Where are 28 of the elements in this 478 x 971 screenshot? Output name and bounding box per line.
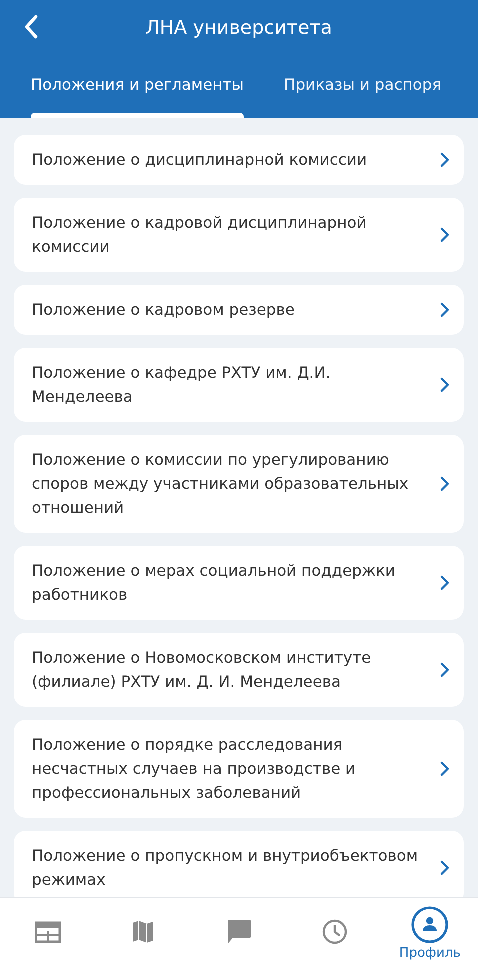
map-icon [132,920,154,944]
document-item[interactable]: Положение о кафедре РХТУ им. Д.И. Менделеева [14,348,464,422]
document-item[interactable]: Положение о дисциплинарной комиссии [14,135,464,185]
chevron-right-icon [440,377,450,393]
clock-icon [322,918,348,944]
chevron-right-icon [440,575,450,591]
chevron-right-icon [440,860,450,876]
document-item[interactable]: Положение о мерах социальной поддержки работников [14,546,464,620]
document-item[interactable]: Положение о кадровом резерве [14,285,464,335]
chevron-right-icon [440,761,450,777]
chevron-right-icon [440,152,450,168]
document-item[interactable]: Положение о порядке расследования несчастных случаев на производстве и профессиональных заболеваний [14,720,464,818]
chevron-right-icon [440,302,450,318]
document-item[interactable]: Положение о кадровой дисциплинарной комиссии [14,198,464,272]
chevron-right-icon [440,662,450,678]
document-item[interactable]: Положение о пропускном и внутриобъектовом режимах [14,831,464,897]
chat-icon [226,918,252,944]
chevron-right-icon [440,476,450,492]
tab[interactable]: Положения и регламенты [31,56,244,118]
calendar-icon [34,920,61,944]
tab[interactable]: Приказы и распоря [284,56,442,118]
nav-tab[interactable]: Профиль [382,898,478,971]
document-item[interactable]: Положение о Новомосковском институте (филиале) РХТУ им. Д. И. Менделеева [14,633,464,707]
screen-title: ЛНА университета [146,17,332,39]
chevron-right-icon [440,227,450,243]
profile-icon [411,906,450,944]
back-icon [23,14,39,40]
document-item[interactable]: Положение о комиссии по урегулированию споров между участниками образовательных отношений [14,435,464,533]
